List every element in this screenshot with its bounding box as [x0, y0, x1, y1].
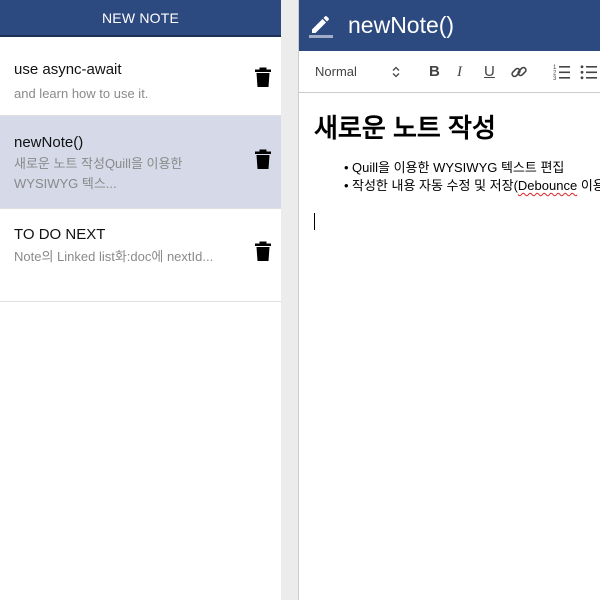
italic-button[interactable]: I: [457, 63, 462, 81]
text-caret: [314, 213, 315, 230]
editor-title: newNote(): [348, 12, 455, 38]
new-note-button[interactable]: NEW NOTE: [0, 0, 281, 37]
note-list-item[interactable]: TO DO NEXT Note의 Linked list화:doc에 nextI…: [0, 209, 281, 302]
underline-button[interactable]: U: [484, 63, 495, 81]
sidebar: NEW NOTE use async-await and learn how t…: [0, 0, 281, 600]
note-list: use async-await and learn how to use it.…: [0, 37, 281, 302]
bullet-text: Quill을 이용한 WYSIWYG 텍스트 편집: [352, 160, 565, 175]
editor-header: newNote(): [299, 0, 600, 51]
svg-text:3: 3: [553, 76, 557, 81]
format-select[interactable]: Normal: [315, 64, 401, 80]
content-bullet-item: • 작성한 내용 자동 수정 및 저장(Debounce 이용: [344, 177, 600, 195]
note-preview: Note의 Linked list화:doc에 nextId...: [14, 249, 214, 264]
bullet-dot: •: [344, 160, 349, 175]
editor-toolbar: Normal B I U 1 2 3: [299, 51, 600, 93]
content-bullet-list: • Quill을 이용한 WYSIWYG 텍스트 편집 • 작성한 내용 자동 수정…: [344, 159, 600, 195]
bullet-dot: •: [344, 178, 349, 193]
panel-divider: [281, 0, 298, 600]
bold-button[interactable]: B: [429, 63, 440, 81]
note-title: use async-await: [14, 61, 122, 78]
link-icon[interactable]: [510, 63, 528, 81]
editor-content[interactable]: 새로운 노트 작성 • Quill을 이용한 WYSIWYG 텍스트 편집 • 작성…: [299, 93, 600, 600]
trash-icon[interactable]: [255, 241, 271, 261]
note-title: TO DO NEXT: [14, 226, 106, 243]
app-window: NEW NOTE use async-await and learn how t…: [0, 0, 600, 600]
note-title: newNote(): [14, 134, 84, 151]
select-arrows-icon: [392, 66, 400, 78]
trash-icon[interactable]: [255, 149, 271, 169]
content-heading: 새로운 노트 작성: [314, 113, 496, 143]
note-list-item[interactable]: use async-await and learn how to use it.: [0, 37, 281, 116]
pencil-icon: [309, 16, 333, 38]
note-preview: 새로운 노트 작성Quill을 이용한 WYSIWYG 텍스...: [14, 156, 183, 191]
note-preview: and learn how to use it.: [14, 86, 149, 101]
bullet-text: 작성한 내용 자동 수정 및 저장(: [352, 178, 518, 193]
editor-panel: newNote() Normal B I U 1 2 3 새로운 노트 작성 •…: [298, 0, 600, 600]
ordered-list-icon[interactable]: 1 2 3: [553, 63, 571, 81]
trash-icon[interactable]: [255, 67, 271, 87]
bullet-list-icon[interactable]: [580, 63, 598, 81]
format-select-value: Normal: [315, 64, 357, 79]
note-list-item[interactable]: newNote() 새로운 노트 작성Quill을 이용한 WYSIWYG 텍스…: [0, 116, 281, 209]
misspelled-word: Debounce: [517, 178, 578, 193]
bullet-text-tail: 이용: [580, 178, 600, 193]
content-bullet-item: • Quill을 이용한 WYSIWYG 텍스트 편집: [344, 159, 600, 177]
